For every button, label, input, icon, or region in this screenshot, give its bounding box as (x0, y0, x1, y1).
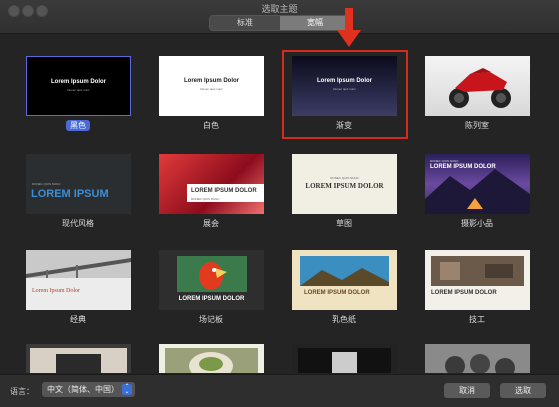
window-title: 选取主题 (261, 5, 298, 15)
theme-thumbnail: LOREM IPSUM DOLOR DONEC QUIS NUNC (159, 154, 264, 214)
language-label: 语言： (10, 387, 34, 396)
theme-thumbnail: Lorem Ipsum Dolor (26, 250, 131, 310)
theme-label: 摄影小品 (461, 219, 493, 228)
coast-image (300, 256, 389, 286)
language-select[interactable]: 中文（简体、中国） ⌃ ⌄ (42, 382, 135, 397)
motorcycle-image (449, 68, 511, 108)
theme-thumbnail: LOREM IPSUM DOLOR (425, 250, 530, 310)
workshop-image (431, 256, 524, 286)
children-photo-image (425, 344, 530, 373)
theme-label: 经典 (70, 315, 86, 324)
cancel-button[interactable]: 取消 (444, 383, 490, 398)
aspect-tabs: 标准 宽幅 (209, 15, 351, 31)
chevron-up-down-icon: ⌃ ⌄ (122, 384, 132, 395)
theme-label: 场记板 (199, 315, 223, 324)
theme-label: 草图 (336, 219, 352, 228)
theme-label: 白色 (203, 121, 219, 130)
theme-thumbnail: LOREM IPSUM DOLOR (159, 250, 264, 310)
food-image (165, 348, 258, 373)
choose-button[interactable]: 选取 (500, 383, 546, 398)
theme-label: 技工 (469, 315, 485, 324)
mountain-image (425, 169, 530, 214)
theme-label: 乳色纸 (332, 315, 356, 324)
theme-thumbnail: Lorem Ipsum Dolor Donec quis nunc (292, 56, 397, 116)
theme-label: 展会 (203, 219, 219, 228)
theme-label: 陈列室 (465, 121, 489, 130)
theme-thumbnail (292, 344, 397, 373)
theme-label: 渐变 (336, 121, 352, 130)
theme-label: 黑色 (66, 120, 90, 131)
bridge-image (26, 250, 131, 278)
theme-thumbnail: DONEC QUIS NUNC LOREM IPSUM DOLOR (292, 154, 397, 214)
theme-thumbnail (425, 344, 530, 373)
theme-label: 现代风格 (62, 219, 94, 228)
tab-standard[interactable]: 标准 (210, 16, 280, 30)
theme-thumbnail: Lorem Ipsum Dolor Donec quis nunc (159, 56, 264, 116)
language-value: 中文（简体、中国） (47, 385, 119, 394)
theme-thumbnail: LOREM IPSUM DOLOR (292, 250, 397, 310)
theme-thumbnail: Lorem Ipsum Dolor Donec quis nunc (26, 56, 131, 116)
theme-thumbnail: DONEC QUIS NUNC LOREM IPSUM (26, 154, 131, 214)
theme-thumbnail: DONEC QUIS NUNC LOREM IPSUM DOLOR (425, 154, 530, 214)
theme-thumbnail (26, 344, 131, 373)
theme-thumbnail (159, 344, 264, 373)
bottom-bar: 语言： 中文（简体、中国） ⌃ ⌄ 取消 选取 (0, 374, 559, 407)
theme-grid: Lorem Ipsum Dolor Donec quis nunc 黑色 Lor… (0, 34, 559, 373)
camera-image (30, 348, 127, 373)
title-bar: 选取主题 标准 宽幅 (0, 0, 559, 34)
bw-photo-image (298, 348, 391, 373)
theme-thumbnail (425, 56, 530, 116)
